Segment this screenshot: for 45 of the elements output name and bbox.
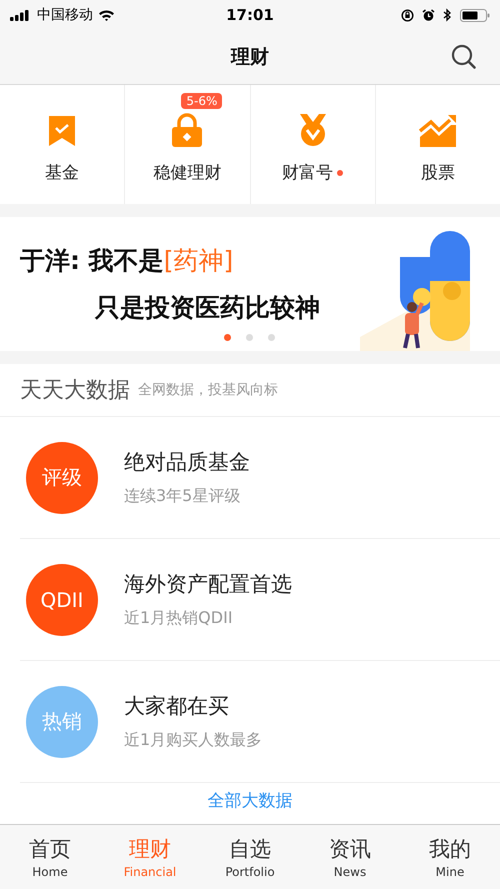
data-list-item[interactable]: QDII 海外资产配置首选 近1月热销QDII [20, 539, 500, 661]
data-list-item[interactable]: 热销 大家都在买 近1月购买人数最多 [20, 661, 500, 783]
item-title: 绝对品质基金 [124, 449, 250, 476]
item-subtitle: 连续3年5星评级 [124, 486, 242, 507]
bluetooth-icon [443, 8, 452, 22]
section-title: 天天大数据 [20, 377, 130, 405]
rate-badge: 5-6% [181, 93, 222, 109]
section-subtitle: 全网数据，投基风向标 [138, 381, 278, 399]
banner-subline: 只是投资医药比较神 [94, 292, 320, 324]
rising-chart-icon [418, 115, 457, 147]
item-title: 海外资产配置首选 [124, 571, 292, 598]
tab[interactable]: 自选 Portfolio [200, 825, 300, 889]
carrier-name: 中国移动 [37, 6, 93, 24]
banner-headline: 于洋: 我不是[药神] [20, 245, 234, 277]
shortcut-label: 财富号 [282, 162, 334, 184]
lock-icon [171, 113, 204, 147]
shortcut-label: 稳健理财 [153, 162, 222, 184]
item-subtitle: 近1月热销QDII [124, 608, 234, 629]
carousel-dot[interactable] [268, 334, 275, 341]
carousel-dot[interactable] [246, 334, 253, 341]
item-title: 大家都在买 [124, 693, 230, 720]
tab[interactable]: 资讯 News [300, 825, 400, 889]
shortcut-label: 股票 [420, 162, 455, 184]
shortcut-item[interactable]: 财富号 [250, 85, 376, 204]
shortcut-item[interactable]: 股票 [376, 85, 500, 204]
promo-banner[interactable]: 于洋: 我不是[药神] 只是投资医药比较神 [0, 217, 500, 351]
shortcut-item[interactable]: 5-6% 稳健理财 [125, 85, 250, 204]
page-title: 理财 [231, 45, 269, 70]
shortcut-item[interactable]: 基金 [0, 85, 126, 204]
shortcut-label: 基金 [45, 162, 80, 184]
data-list-item[interactable]: 评级 绝对品质基金 连续3年5星评级 [20, 417, 500, 539]
tab[interactable]: 我的 Mine [400, 825, 500, 889]
category-badge: QDII [26, 564, 98, 636]
alarm-icon [422, 8, 435, 22]
carousel-dot[interactable] [224, 334, 231, 341]
wifi-icon [98, 9, 115, 21]
tab[interactable]: 首页 Home [0, 825, 100, 889]
search-icon[interactable] [450, 43, 478, 71]
category-badge: 热销 [26, 686, 98, 758]
rotation-lock-icon [401, 8, 414, 22]
bookmark-check-icon [47, 115, 78, 147]
category-badge: 评级 [26, 442, 98, 514]
clock-time: 17:01 [226, 6, 274, 24]
item-subtitle: 近1月购买人数最多 [124, 730, 262, 751]
battery-icon [460, 8, 490, 22]
